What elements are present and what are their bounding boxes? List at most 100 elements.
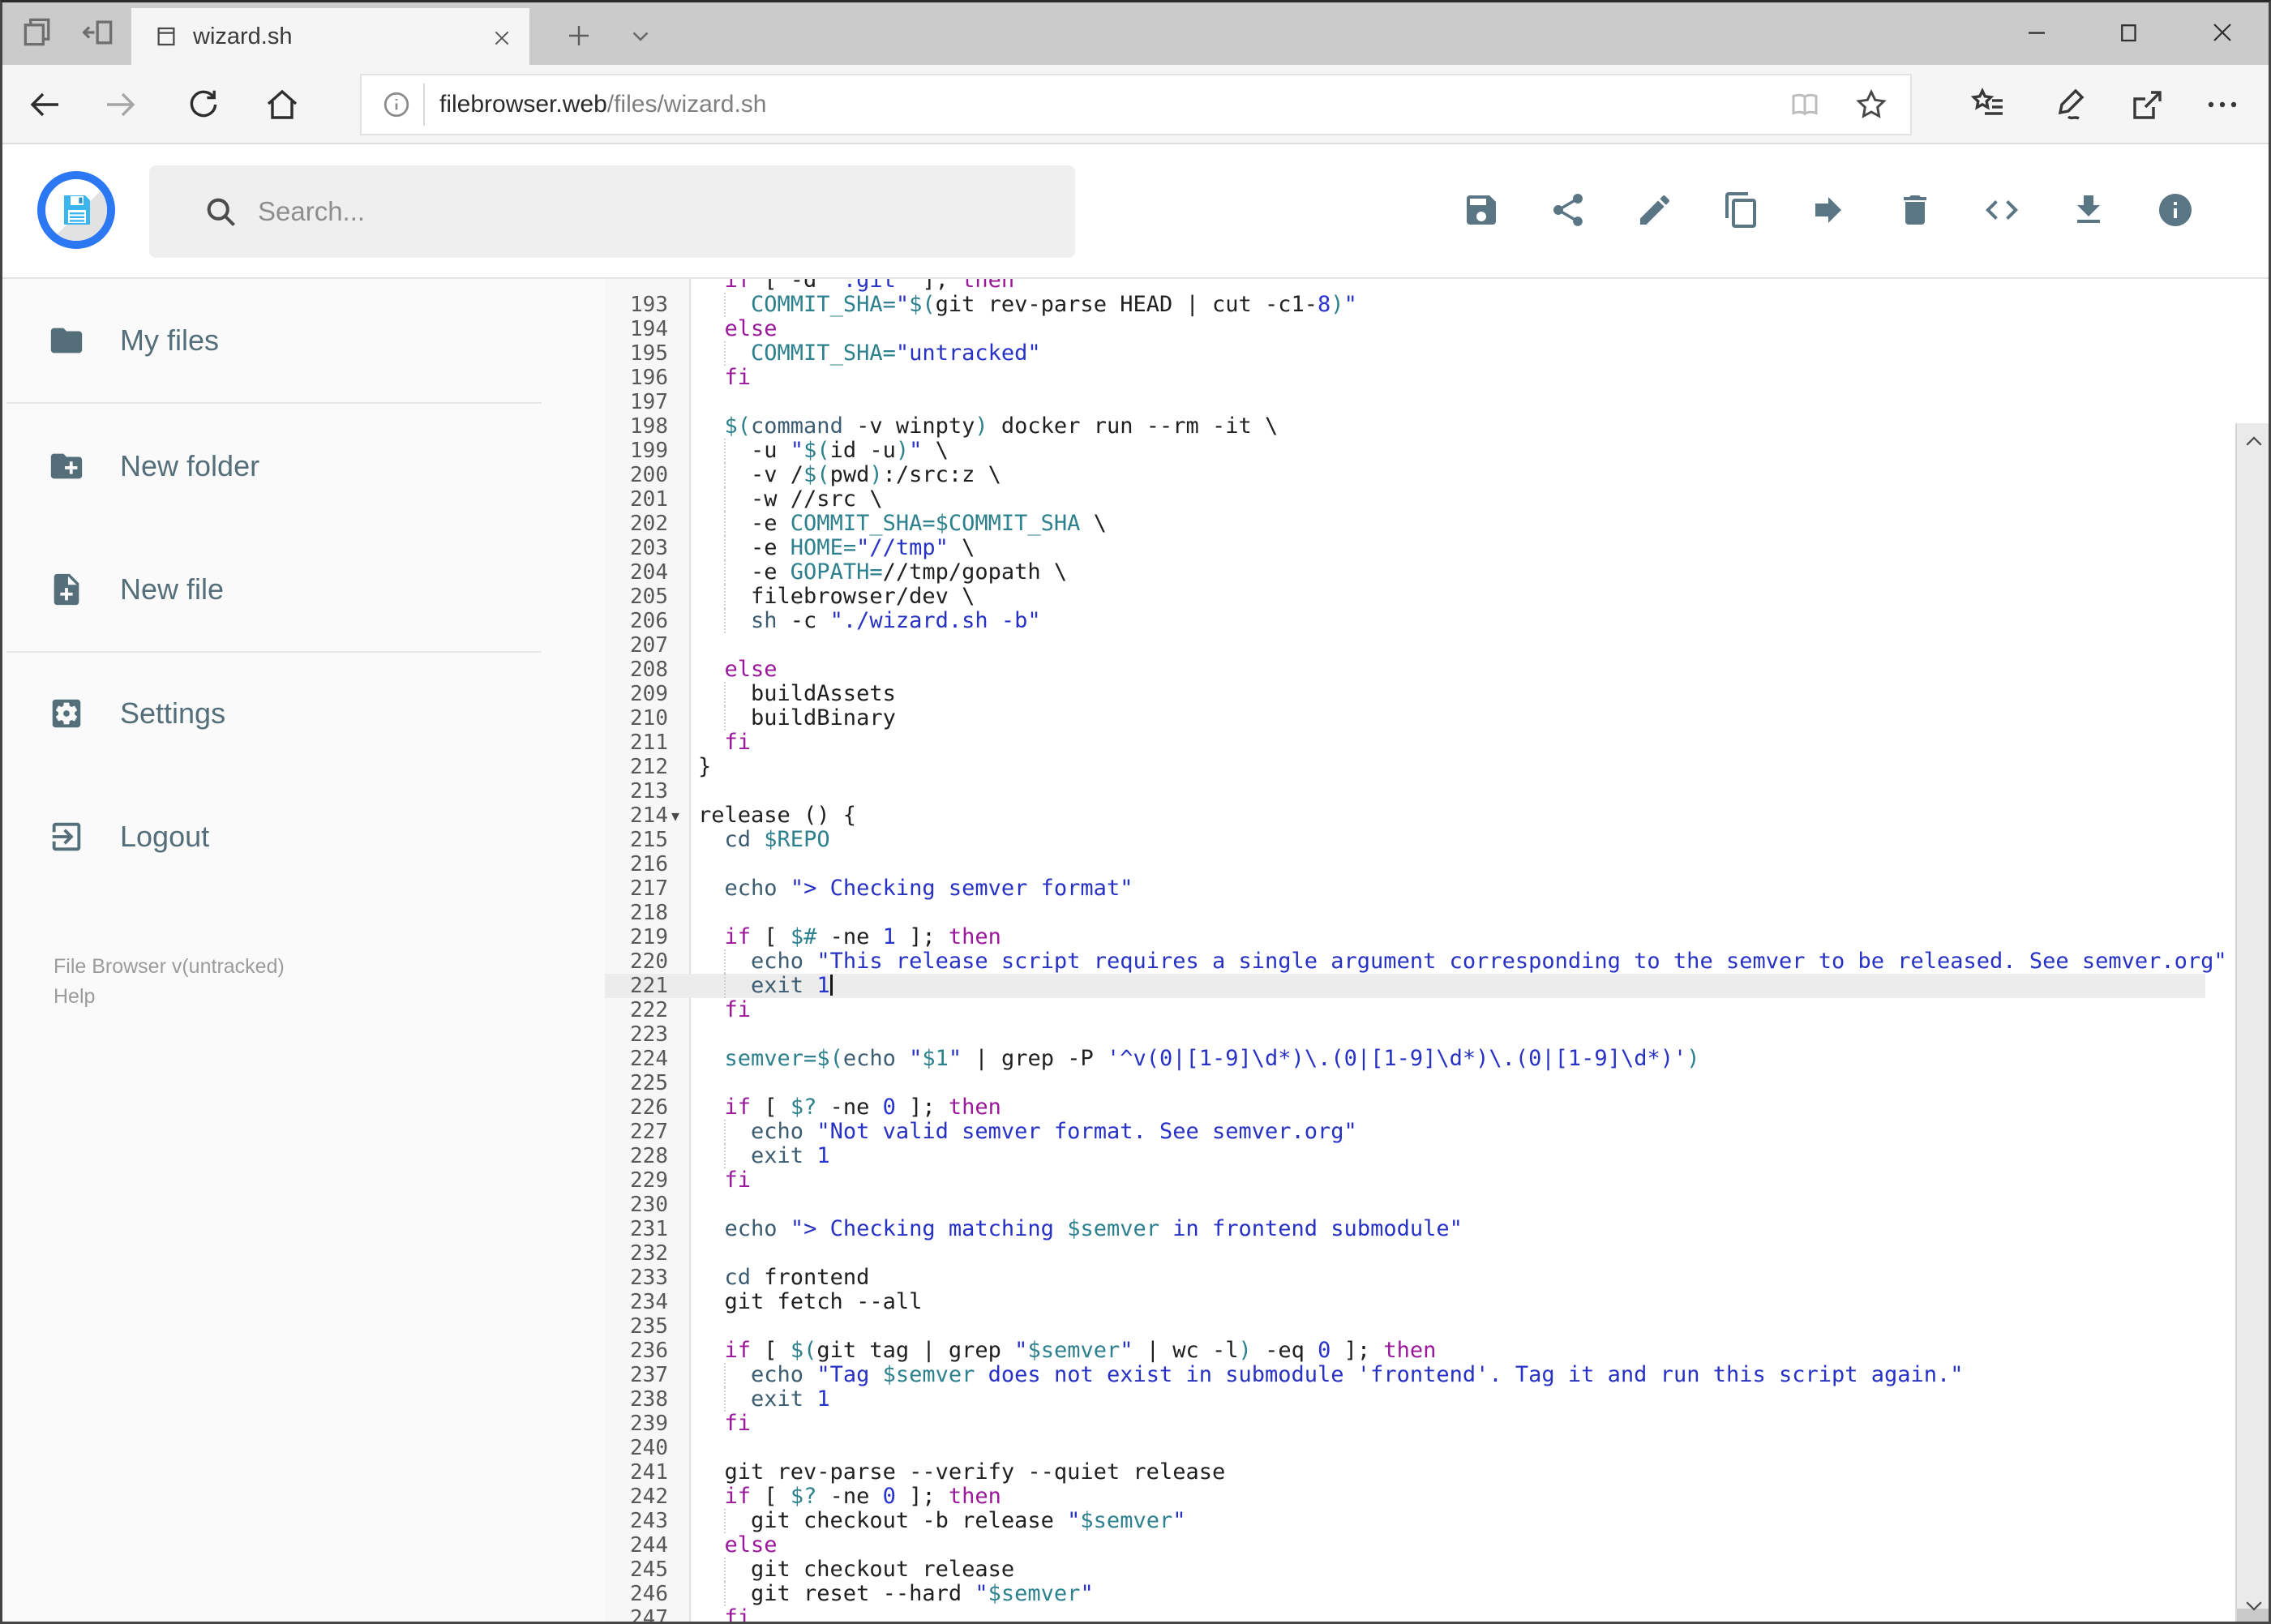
code-line[interactable]: [691, 901, 2235, 925]
code-line[interactable]: if [ $? -ne 0 ]; then: [691, 1485, 2235, 1509]
search-bar[interactable]: Search...: [149, 165, 1075, 258]
code-line[interactable]: COMMIT_SHA="$(git rev-parse HEAD | cut -…: [691, 293, 2235, 317]
code-line[interactable]: -e COMMIT_SHA=$COMMIT_SHA \: [691, 512, 2235, 536]
code-line[interactable]: git checkout release: [691, 1558, 2235, 1582]
code-editor[interactable]: 193 194 195 196 197 198 199 200 201 202 203 204 205 2…: [605, 279, 2235, 1624]
fold-marker-icon[interactable]: ▾: [671, 803, 679, 828]
hub-button[interactable]: [1965, 82, 2011, 127]
code-line[interactable]: [691, 1314, 2235, 1339]
code-line[interactable]: echo "> Checking matching $semver in fro…: [691, 1217, 2235, 1241]
code-line[interactable]: echo "Not valid semver format. See semve…: [691, 1120, 2235, 1144]
filebrowser-logo[interactable]: [37, 171, 115, 249]
share-button[interactable]: [2124, 82, 2170, 127]
code-line[interactable]: if [ -d ".git" ]; then: [691, 279, 2235, 293]
settings-more-button[interactable]: [2200, 82, 2245, 127]
tab-close-button[interactable]: [486, 22, 518, 54]
code-line[interactable]: [691, 633, 2235, 658]
code-line[interactable]: exit 1: [691, 1144, 2235, 1168]
code-line[interactable]: [691, 1241, 2235, 1266]
copy-button[interactable]: [1722, 191, 1761, 229]
code-line[interactable]: -e GOPATH=//tmp/gopath \: [691, 560, 2235, 585]
code-line[interactable]: exit 1: [691, 1387, 2235, 1412]
refresh-button[interactable]: [181, 82, 226, 127]
code-line[interactable]: if [ $? -ne 0 ]; then: [691, 1095, 2235, 1120]
code-line[interactable]: -u "$(id -u)" \: [691, 439, 2235, 463]
code-line[interactable]: else: [691, 1533, 2235, 1558]
code-line[interactable]: $(command -v winpty) docker run --rm -it…: [691, 414, 2235, 439]
code-line[interactable]: sh -c "./wizard.sh -b": [691, 609, 2235, 633]
code-line[interactable]: }: [691, 755, 2235, 779]
help-link[interactable]: Help: [54, 982, 285, 1012]
code-line[interactable]: COMMIT_SHA="untracked": [691, 341, 2235, 366]
set-tabs-aside-button[interactable]: [76, 11, 122, 57]
edit-button[interactable]: [1635, 191, 1674, 229]
sidebar-item-new-file[interactable]: New file: [0, 549, 605, 630]
code-button[interactable]: [1982, 191, 2021, 229]
url-input[interactable]: filebrowser.web/files/wizard.sh: [439, 75, 767, 134]
code-line[interactable]: fi: [691, 1606, 2235, 1624]
code-line[interactable]: [691, 1071, 2235, 1095]
tab-preview-button[interactable]: [15, 11, 60, 57]
reading-view-button[interactable]: [1785, 84, 1825, 125]
info-button[interactable]: [2156, 191, 2195, 229]
close-window-button[interactable]: [2186, 0, 2259, 65]
code-line[interactable]: semver=$(echo "$1" | grep -P '^v(0|[1-9]…: [691, 1047, 2235, 1071]
code-line[interactable]: else: [691, 317, 2235, 341]
back-button[interactable]: [22, 82, 67, 127]
code-line[interactable]: fi: [691, 998, 2235, 1022]
code-line[interactable]: git checkout -b release "$semver": [691, 1509, 2235, 1533]
page-scrollbar[interactable]: [2235, 423, 2271, 1624]
site-info-button[interactable]: [376, 84, 417, 125]
code-line[interactable]: buildBinary: [691, 706, 2235, 731]
code-line[interactable]: fi: [691, 1168, 2235, 1193]
code-line[interactable]: -w //src \: [691, 487, 2235, 512]
share-button[interactable]: [1549, 191, 1588, 229]
code-line[interactable]: [691, 779, 2235, 803]
code-line[interactable]: [691, 1436, 2235, 1460]
tab-list-button[interactable]: [618, 13, 663, 58]
code-line[interactable]: fi: [691, 731, 2235, 755]
add-favorite-button[interactable]: [1851, 84, 1892, 125]
code-line[interactable]: if [ $(git tag | grep "$semver" | wc -l)…: [691, 1339, 2235, 1363]
code-line[interactable]: git rev-parse --verify --quiet release: [691, 1460, 2235, 1485]
code-line[interactable]: [691, 390, 2235, 414]
sidebar-item-my-files[interactable]: My files: [0, 300, 605, 381]
code-line[interactable]: fi: [691, 366, 2235, 390]
sidebar-item-logout[interactable]: Logout: [0, 796, 605, 877]
code-line[interactable]: cd frontend: [691, 1266, 2235, 1290]
code-line[interactable]: [691, 852, 2235, 876]
annotate-button[interactable]: [2046, 82, 2091, 127]
code-line[interactable]: [691, 1193, 2235, 1217]
code-line[interactable]: [691, 1022, 2235, 1047]
code-line[interactable]: git fetch --all: [691, 1290, 2235, 1314]
scroll-up-button[interactable]: [2242, 430, 2266, 454]
tab-wizard-sh[interactable]: wizard.sh: [131, 8, 529, 65]
code-line[interactable]: filebrowser/dev \: [691, 585, 2235, 609]
code-line[interactable]: -e HOME="//tmp" \: [691, 536, 2235, 560]
code-line[interactable]: echo "This release script requires a sin…: [691, 949, 2235, 974]
sidebar-item-new-folder[interactable]: New folder: [0, 426, 605, 507]
download-button[interactable]: [2069, 191, 2108, 229]
delete-button[interactable]: [1896, 191, 1935, 229]
address-bar[interactable]: filebrowser.web/files/wizard.sh: [360, 74, 1912, 135]
code-line[interactable]: -v /$(pwd):/src:z \: [691, 463, 2235, 487]
code-line[interactable]: if [ $# -ne 1 ]; then: [691, 925, 2235, 949]
new-tab-button[interactable]: [556, 13, 602, 58]
code-line[interactable]: buildAssets: [691, 682, 2235, 706]
code-line[interactable]: echo "> Checking semver format": [691, 876, 2235, 901]
code-line[interactable]: cd $REPO: [691, 828, 2235, 852]
maximize-button[interactable]: [2093, 0, 2166, 65]
move-button[interactable]: [1809, 191, 1848, 229]
code-line[interactable]: git reset --hard "$semver": [691, 1582, 2235, 1606]
sidebar-item-settings[interactable]: Settings: [0, 673, 605, 754]
scroll-down-button[interactable]: [2242, 1593, 2266, 1618]
home-button[interactable]: [259, 82, 305, 127]
code-line[interactable]: echo "Tag $semver does not exist in subm…: [691, 1363, 2235, 1387]
save-button[interactable]: [1462, 191, 1501, 229]
code-line[interactable]: fi: [691, 1412, 2235, 1436]
code-line[interactable]: exit 1: [691, 974, 2235, 998]
code-line[interactable]: else: [691, 658, 2235, 682]
forward-button[interactable]: [98, 82, 144, 127]
code-line[interactable]: release () {: [691, 803, 2235, 828]
minimize-button[interactable]: [2000, 0, 2073, 65]
